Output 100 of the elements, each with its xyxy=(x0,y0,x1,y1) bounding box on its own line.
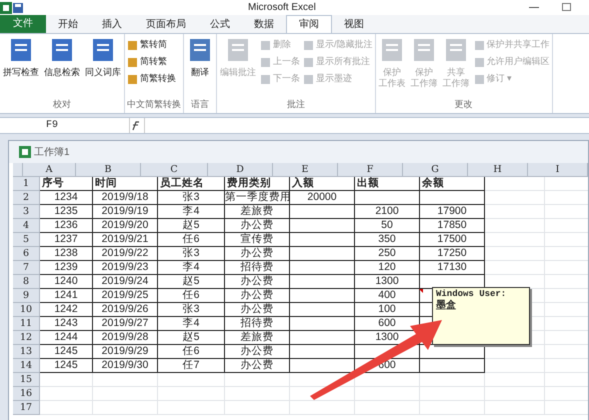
square-icon xyxy=(260,40,271,50)
document-icon xyxy=(225,37,251,63)
table-cell: 1244 xyxy=(40,331,93,345)
table-cell: 2019/9/30 xyxy=(93,359,158,373)
ribbon-button[interactable]: 繁转简 xyxy=(127,37,176,53)
table-cell: 任6 xyxy=(158,233,225,247)
square-icon xyxy=(474,40,485,50)
table-cell: 2019/9/28 xyxy=(93,331,158,345)
document-icon xyxy=(8,37,34,63)
column-header[interactable]: I xyxy=(528,163,588,177)
ribbon-tab[interactable]: 审阅 xyxy=(286,15,332,33)
empty-cell xyxy=(225,401,290,415)
table-cell: 办公费 xyxy=(225,345,290,359)
column-title: 序号 xyxy=(40,177,93,191)
comment-indicator xyxy=(419,289,423,293)
column-header[interactable]: A xyxy=(23,163,76,177)
ribbon-tab[interactable]: 数据 xyxy=(242,15,286,33)
row-header[interactable]: 11 xyxy=(13,317,40,331)
column-header[interactable]: C xyxy=(141,163,208,177)
name-box[interactable]: F9 xyxy=(0,118,130,133)
row-header[interactable]: 6 xyxy=(13,247,40,261)
workbook-title: 工作簿1 xyxy=(34,146,70,160)
empty-cell xyxy=(485,401,545,415)
square-icon xyxy=(127,40,138,50)
row-header[interactable]: 1 xyxy=(13,177,40,191)
row-header[interactable]: 2 xyxy=(13,191,40,205)
ribbon-button[interactable]: 信息检索 xyxy=(43,37,81,98)
table-cell: 400 xyxy=(355,289,420,303)
column-header[interactable]: E xyxy=(273,163,338,177)
empty-cell xyxy=(485,177,545,191)
empty-cell xyxy=(290,331,355,345)
table-cell: 2019/9/27 xyxy=(93,317,158,331)
row-header[interactable]: 14 xyxy=(13,359,40,373)
row-header[interactable]: 3 xyxy=(13,205,40,219)
table-cell: 赵5 xyxy=(158,219,225,233)
row-header[interactable]: 7 xyxy=(13,261,40,275)
table-cell: 办公费 xyxy=(225,219,290,233)
empty-cell xyxy=(290,289,355,303)
table-cell: 1235 xyxy=(40,205,93,219)
ribbon-button[interactable]: 翻译 xyxy=(186,37,214,98)
column-header[interactable]: D xyxy=(208,163,273,177)
select-all-corner[interactable] xyxy=(13,163,23,177)
column-header[interactable]: G xyxy=(403,163,468,177)
table-cell: 任7 xyxy=(158,359,225,373)
row-header[interactable]: 17 xyxy=(13,401,40,415)
row-header[interactable]: 12 xyxy=(13,331,40,345)
table-cell: 50 xyxy=(355,219,420,233)
ribbon-tab[interactable]: 公式 xyxy=(198,15,242,33)
row-header[interactable]: 10 xyxy=(13,303,40,317)
row-header[interactable]: 4 xyxy=(13,219,40,233)
table-cell: 2019/9/29 xyxy=(93,345,158,359)
table-cell: 办公费 xyxy=(225,289,290,303)
empty-cell xyxy=(485,247,545,261)
document-icon xyxy=(187,37,213,63)
empty-cell xyxy=(93,387,158,401)
table-cell: 250 xyxy=(355,247,420,261)
maximize-button[interactable] xyxy=(562,3,571,11)
empty-cell xyxy=(93,401,158,415)
ribbon-tab[interactable]: 视图 xyxy=(332,15,376,33)
column-title: 入额 xyxy=(290,177,355,191)
table-cell: 20000 xyxy=(290,191,355,205)
ribbon-button[interactable]: 简繁转换 xyxy=(127,71,176,87)
table-cell: 1240 xyxy=(40,275,93,289)
table-cell: 2019/9/24 xyxy=(93,275,158,289)
ribbon-button[interactable]: 同义词库 xyxy=(84,37,122,98)
table-cell: 办公费 xyxy=(225,303,290,317)
ribbon-button[interactable]: 简转繁 xyxy=(127,54,176,70)
ribbon-tab[interactable]: 页面布局 xyxy=(134,15,198,33)
empty-cell xyxy=(485,219,545,233)
empty-cell xyxy=(225,387,290,401)
empty-cell xyxy=(420,401,485,415)
empty-cell xyxy=(485,191,545,205)
column-header[interactable]: B xyxy=(76,163,141,177)
table-cell: 李4 xyxy=(158,205,225,219)
spreadsheet-icon xyxy=(19,146,31,158)
row-header[interactable]: 8 xyxy=(13,275,40,289)
empty-cell xyxy=(420,191,485,205)
table-cell: 宣传费 xyxy=(225,233,290,247)
row-header[interactable]: 5 xyxy=(13,233,40,247)
row-header[interactable]: 15 xyxy=(13,373,40,387)
ribbon-button[interactable]: 拼写检查 xyxy=(2,37,40,98)
table-cell: 2019/9/26 xyxy=(93,303,158,317)
group-label: 语言 xyxy=(190,98,210,111)
empty-cell xyxy=(485,233,545,247)
ribbon-tab[interactable]: 插入 xyxy=(90,15,134,33)
row-header[interactable]: 16 xyxy=(13,387,40,401)
empty-cell xyxy=(485,359,545,373)
empty-cell xyxy=(420,359,485,373)
ribbon-tab[interactable]: 开始 xyxy=(46,15,90,33)
square-icon xyxy=(127,74,138,84)
column-header[interactable]: H xyxy=(468,163,528,177)
table-cell: 2019/9/19 xyxy=(93,205,158,219)
column-title: 余额 xyxy=(420,177,485,191)
row-header[interactable]: 9 xyxy=(13,289,40,303)
ribbon-tab[interactable]: 文件 xyxy=(0,14,46,33)
row-header[interactable]: 13 xyxy=(13,345,40,359)
table-cell: 2019/9/25 xyxy=(93,289,158,303)
table-cell: 招待费 xyxy=(225,317,290,331)
minimize-button[interactable] xyxy=(529,7,539,8)
column-header[interactable]: F xyxy=(338,163,403,177)
